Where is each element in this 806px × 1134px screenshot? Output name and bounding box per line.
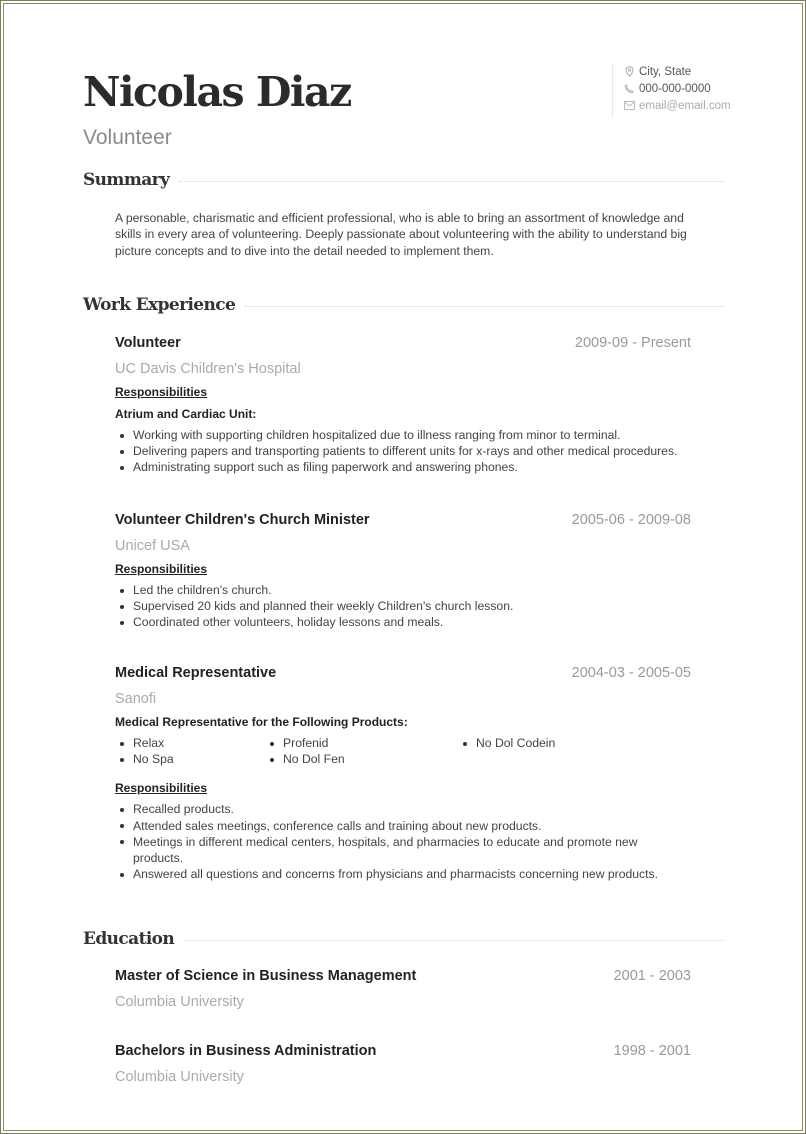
education-entry: Bachelors in Business Administration 199… <box>115 1043 691 1089</box>
envelope-icon <box>623 100 635 112</box>
summary-text: A personable, charismatic and efficient … <box>115 211 687 258</box>
work-section-header: Work Experience <box>83 295 723 315</box>
job-dates: 2004-03 - 2005-05 <box>571 665 691 681</box>
products-column: Relax No Spa <box>115 735 265 767</box>
responsibility-list: Recalled products. Attended sales meetin… <box>115 801 691 882</box>
job-entry: Medical Representative 2004-03 - 2005-05… <box>115 665 691 882</box>
school: Columbia University <box>115 1069 244 1085</box>
contact-email: email@email.com <box>623 97 731 114</box>
products-grid: Relax No Spa Profenid No Dol Fen No Dol … <box>115 735 691 767</box>
job-entry: Volunteer Children's Church Minister 200… <box>115 512 691 631</box>
section-title-education: Education <box>83 929 175 949</box>
list-item: Supervised 20 kids and planned their wee… <box>115 598 691 614</box>
list-item: Answered all questions and concerns from… <box>115 866 691 882</box>
list-item: Recalled products. <box>115 801 691 817</box>
job-header: Volunteer Children's Church Minister 200… <box>115 512 691 534</box>
education-header: Bachelors in Business Administration 199… <box>115 1043 691 1065</box>
candidate-title: Volunteer <box>83 126 172 149</box>
contact-block: City, State 000-000-0000 email@email.com <box>612 63 731 117</box>
degree: Bachelors in Business Administration <box>115 1043 377 1059</box>
job-organization: Sanofi <box>115 691 157 707</box>
job-dates: 2009-09 - Present <box>574 335 691 351</box>
section-divider <box>245 305 723 307</box>
product-item: No Dol Fen <box>265 751 458 767</box>
education-section-header: Education <box>83 929 723 949</box>
responsibility-list: Led the children's church. Supervised 20… <box>115 582 691 631</box>
list-item: Administrating support such as filing pa… <box>115 459 691 475</box>
list-item: Delivering papers and transporting patie… <box>115 443 691 459</box>
unit-heading: Atrium and Cardiac Unit: <box>115 407 257 421</box>
responsibilities-heading: Responsibilities <box>115 781 208 796</box>
list-item: Working with supporting children hospita… <box>115 427 691 443</box>
job-role: Medical Representative <box>115 665 277 681</box>
list-item: Coordinated other volunteers, holiday le… <box>115 614 691 630</box>
products-column: Profenid No Dol Fen <box>265 735 458 767</box>
product-item: Profenid <box>265 735 458 751</box>
list-item: Led the children's church. <box>115 582 691 598</box>
list-item: Meetings in different medical centers, h… <box>115 834 653 866</box>
section-divider <box>184 939 723 941</box>
job-role: Volunteer Children's Church Minister <box>115 512 370 528</box>
education-dates: 1998 - 2001 <box>613 1043 691 1059</box>
section-divider <box>179 180 723 182</box>
candidate-name: Nicolas Diaz <box>83 68 352 116</box>
list-item: Attended sales meetings, conference call… <box>115 818 691 834</box>
section-title-summary: Summary <box>83 170 170 190</box>
school: Columbia University <box>115 994 244 1010</box>
responsibilities-heading: Responsibilities <box>115 385 208 399</box>
products-column: No Dol Codein <box>458 735 608 767</box>
phone-text: 000-000-0000 <box>639 82 711 95</box>
product-item: Relax <box>115 735 265 751</box>
contact-phone: 000-000-0000 <box>623 80 731 97</box>
education-entry: Master of Science in Business Management… <box>115 968 691 1014</box>
job-organization: UC Davis Children's Hospital <box>115 361 301 377</box>
education-dates: 2001 - 2003 <box>613 968 691 984</box>
job-entry: Volunteer 2009-09 - Present UC Davis Chi… <box>115 335 691 476</box>
job-header: Medical Representative 2004-03 - 2005-05 <box>115 665 691 687</box>
map-pin-icon <box>623 66 635 78</box>
responsibilities-heading: Responsibilities <box>115 562 208 576</box>
degree: Master of Science in Business Management <box>115 968 417 984</box>
email-text[interactable]: email@email.com <box>639 100 731 112</box>
products-heading: Medical Representative for the Following… <box>115 715 408 729</box>
location-text: City, State <box>639 65 692 78</box>
section-title-work: Work Experience <box>83 295 236 315</box>
job-organization: Unicef USA <box>115 538 190 554</box>
resume-page: Nicolas Diaz Volunteer City, State 000-0… <box>0 0 806 1134</box>
education-header: Master of Science in Business Management… <box>115 968 691 990</box>
phone-icon <box>623 83 635 95</box>
job-header: Volunteer 2009-09 - Present <box>115 335 691 357</box>
responsibility-list: Working with supporting children hospita… <box>115 427 691 476</box>
job-role: Volunteer <box>115 335 181 351</box>
job-dates: 2005-06 - 2009-08 <box>571 512 691 528</box>
contact-location: City, State <box>623 63 731 80</box>
product-item: No Spa <box>115 751 265 767</box>
summary-section-header: Summary <box>83 170 723 190</box>
product-item: No Dol Codein <box>458 735 608 751</box>
